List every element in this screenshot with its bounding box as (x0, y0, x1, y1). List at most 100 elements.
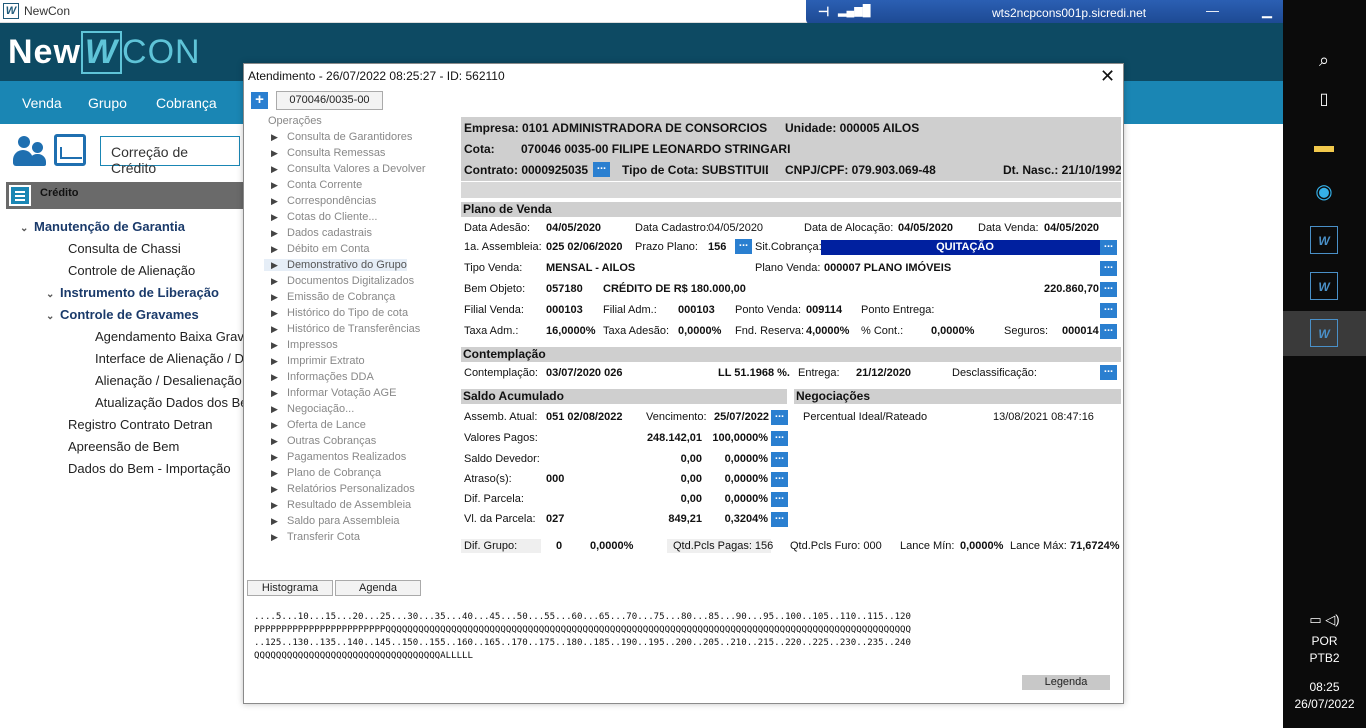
bem-more-button[interactable]: ... (1100, 281, 1117, 297)
info-bar (461, 182, 1121, 198)
menu-item-controle-alienacao[interactable]: Controle de Alienação (68, 263, 195, 278)
task-view-icon[interactable]: ▯ (1310, 86, 1338, 114)
op-documentos-digitalizados[interactable]: ▶ Documentos Digitalizados (264, 275, 414, 287)
newcon-app-icon[interactable]: W (1310, 319, 1338, 347)
close-icon[interactable]: ✕ (1100, 66, 1115, 87)
sit-cobranca-label: Sit.Cobrança: (755, 241, 822, 253)
newcon-logo: New W CON (8, 31, 201, 74)
op-transferir-cota[interactable]: ▶ Transferir Cota (264, 531, 360, 543)
op-cotas-cliente[interactable]: ▶ Cotas do Cliente... (264, 211, 378, 223)
op-consulta-valores-devolver[interactable]: ▶ Consulta Valores a Devolver (264, 163, 426, 175)
module-selector[interactable]: Correção de Crédito (100, 136, 240, 176)
contrato-more-button[interactable]: ... (593, 161, 610, 177)
sit-more-button[interactable]: ... (1100, 239, 1117, 255)
edge-browser-icon[interactable]: ◉ (1310, 178, 1338, 206)
tab-histograma[interactable]: Histograma (247, 580, 333, 596)
saldo-row-more-button[interactable]: ... (771, 430, 788, 446)
negociacao-desc[interactable]: Percentual Ideal/Rateado (803, 411, 927, 423)
lance-min-label: Lance Mín: (900, 540, 955, 552)
menu-item-apreensao-bem[interactable]: Apreensão de Bem (68, 439, 179, 454)
op-debito-conta[interactable]: ▶ Débito em Conta (264, 243, 370, 255)
ponto-entrega-more-button[interactable]: ... (1100, 302, 1117, 318)
op-relatorios-personalizados[interactable]: ▶ Relatórios Personalizados (264, 483, 415, 495)
menu-item-alienacao-desalienacao[interactable]: Alienação / Desalienação / (95, 373, 249, 388)
plano-more-button[interactable]: ... (1100, 260, 1117, 276)
menu-item-atualizacao-dados[interactable]: Atualização Dados dos Ben (95, 395, 255, 410)
prazo-more-button[interactable]: ... (735, 238, 752, 254)
nav-cobranca[interactable]: Cobrança (156, 95, 217, 111)
saldo-row-pct: 0,0000% (724, 453, 768, 465)
seguros-more-button[interactable]: ... (1100, 323, 1117, 339)
minimize-icon[interactable]: — (1206, 3, 1219, 18)
saldo-row-value: 849,21 (668, 513, 702, 525)
add-cota-button[interactable]: + (251, 92, 268, 109)
saldo-row-more-button[interactable]: ... (771, 451, 788, 467)
op-resultado-assembleia[interactable]: ▶ Resultado de Assembleia (264, 499, 411, 511)
section-contemplacao: Contemplação (461, 347, 1121, 362)
saldo-row-more-button[interactable]: ... (771, 511, 788, 527)
op-historico-transferencias[interactable]: ▶ Histórico de Transferências (264, 323, 420, 335)
menu-icon[interactable] (9, 185, 31, 206)
tab-cota[interactable]: 070046/0035-00 (276, 91, 383, 110)
clock-date[interactable]: 26/07/2022 (1283, 697, 1366, 711)
op-negociacao[interactable]: ▶ Negociação... (264, 403, 354, 415)
menu-header: Crédito (6, 182, 244, 209)
pin-icon[interactable]: ⊣ (818, 4, 829, 20)
people-icon[interactable] (12, 136, 46, 166)
chart-icon[interactable] (54, 134, 86, 166)
op-demonstrativo-grupo[interactable]: ▶ Demonstrativo do Grupo (264, 259, 407, 271)
saldo-row-more-button[interactable]: ... (771, 471, 788, 487)
app-title: NewCon (24, 4, 71, 18)
taxa-adm-label: Taxa Adm.: (464, 325, 519, 337)
menu-item-dados-bem-importacao[interactable]: Dados do Bem - Importação (68, 461, 231, 476)
menu-item-registro-detran[interactable]: Registro Contrato Detran (68, 417, 213, 432)
nav-grupo[interactable]: Grupo (88, 95, 127, 111)
op-saldo-assembleia[interactable]: ▶ Saldo para Assembleia (264, 515, 400, 527)
op-pagamentos-realizados[interactable]: ▶ Pagamentos Realizados (264, 451, 406, 463)
input-lang-1[interactable]: POR (1283, 634, 1366, 648)
op-outras-cobrancas[interactable]: ▶ Outras Cobranças (264, 435, 376, 447)
op-oferta-lance[interactable]: ▶ Oferta de Lance (264, 419, 366, 431)
taxa-adesao-label: Taxa Adesão: (603, 325, 670, 337)
op-correspondencias[interactable]: ▶ Correspondências (264, 195, 376, 207)
negociacao-date[interactable]: 13/08/2021 08:47:16 (993, 411, 1094, 423)
menu-item-agendamento-baixa[interactable]: Agendamento Baixa Gravam (95, 329, 262, 344)
data-adesao: 04/05/2020 (546, 222, 602, 234)
legenda-button[interactable]: Legenda (1022, 675, 1110, 690)
op-informacoes-dda[interactable]: ▶ Informações DDA (264, 371, 374, 383)
folder-icon[interactable]: ▬ (1310, 132, 1338, 160)
op-dados-cadastrais[interactable]: ▶ Dados cadastrais (264, 227, 372, 239)
nav-venda[interactable]: Venda (22, 95, 62, 111)
op-informar-votacao[interactable]: ▶ Informar Votação AGE (264, 387, 396, 399)
op-consulta-remessas[interactable]: ▶ Consulta Remessas (264, 147, 385, 159)
contemplacao-label: Contemplação: (464, 367, 538, 379)
menu-item-controle-gravames[interactable]: ⌄ Controle de Gravames (46, 307, 199, 322)
op-impressos[interactable]: ▶ Impressos (264, 339, 338, 351)
input-lang-2[interactable]: PTB2 (1283, 651, 1366, 665)
op-emissao-cobranca[interactable]: ▶ Emissão de Cobrança (264, 291, 395, 303)
lance-ll: LL 51.1968 %. (718, 367, 790, 379)
taxa-adesao: 0,0000% (678, 325, 722, 337)
search-icon[interactable]: ⌕ (1310, 46, 1338, 74)
op-imprimir-extrato[interactable]: ▶ Imprimir Extrato (264, 355, 365, 367)
menu-item-instrumento-liberacao[interactable]: ⌄ Instrumento de Liberação (46, 285, 219, 300)
minimize-remote-icon[interactable]: ▁ (1262, 3, 1272, 19)
menu-item-manutencao-garantia[interactable]: ⌄ Manutenção de Garantia (20, 219, 185, 234)
network-volume-icons[interactable]: ▭ ◁) (1283, 612, 1366, 628)
assemb-atual: 051 02/08/2022 (546, 411, 623, 423)
desclassificacao-more-button[interactable]: ... (1100, 364, 1117, 380)
op-conta-corrente[interactable]: ▶ Conta Corrente (264, 179, 362, 191)
newcon-app-icon[interactable]: W (1310, 272, 1338, 300)
saldo-row-more-button[interactable]: ... (771, 491, 788, 507)
tab-agenda[interactable]: Agenda (335, 580, 421, 596)
vencimento-more-button[interactable]: ... (771, 409, 788, 425)
assembleia-label: 1a. Assembleia: (464, 241, 542, 253)
menu-item-consulta-chassi[interactable]: Consulta de Chassi (68, 241, 181, 256)
entrega-label: Entrega: (798, 367, 840, 379)
op-consulta-garantidores[interactable]: ▶ Consulta de Garantidores (264, 131, 412, 143)
newcon-app-icon[interactable]: W (1310, 226, 1338, 254)
clock-time[interactable]: 08:25 (1283, 680, 1366, 694)
menu-item-interface-alienacao[interactable]: Interface de Alienação / Des (95, 351, 258, 366)
op-plano-cobranca[interactable]: ▶ Plano de Cobrança (264, 467, 381, 479)
op-historico-tipo-cota[interactable]: ▶ Histórico do Tipo de cota (264, 307, 408, 319)
